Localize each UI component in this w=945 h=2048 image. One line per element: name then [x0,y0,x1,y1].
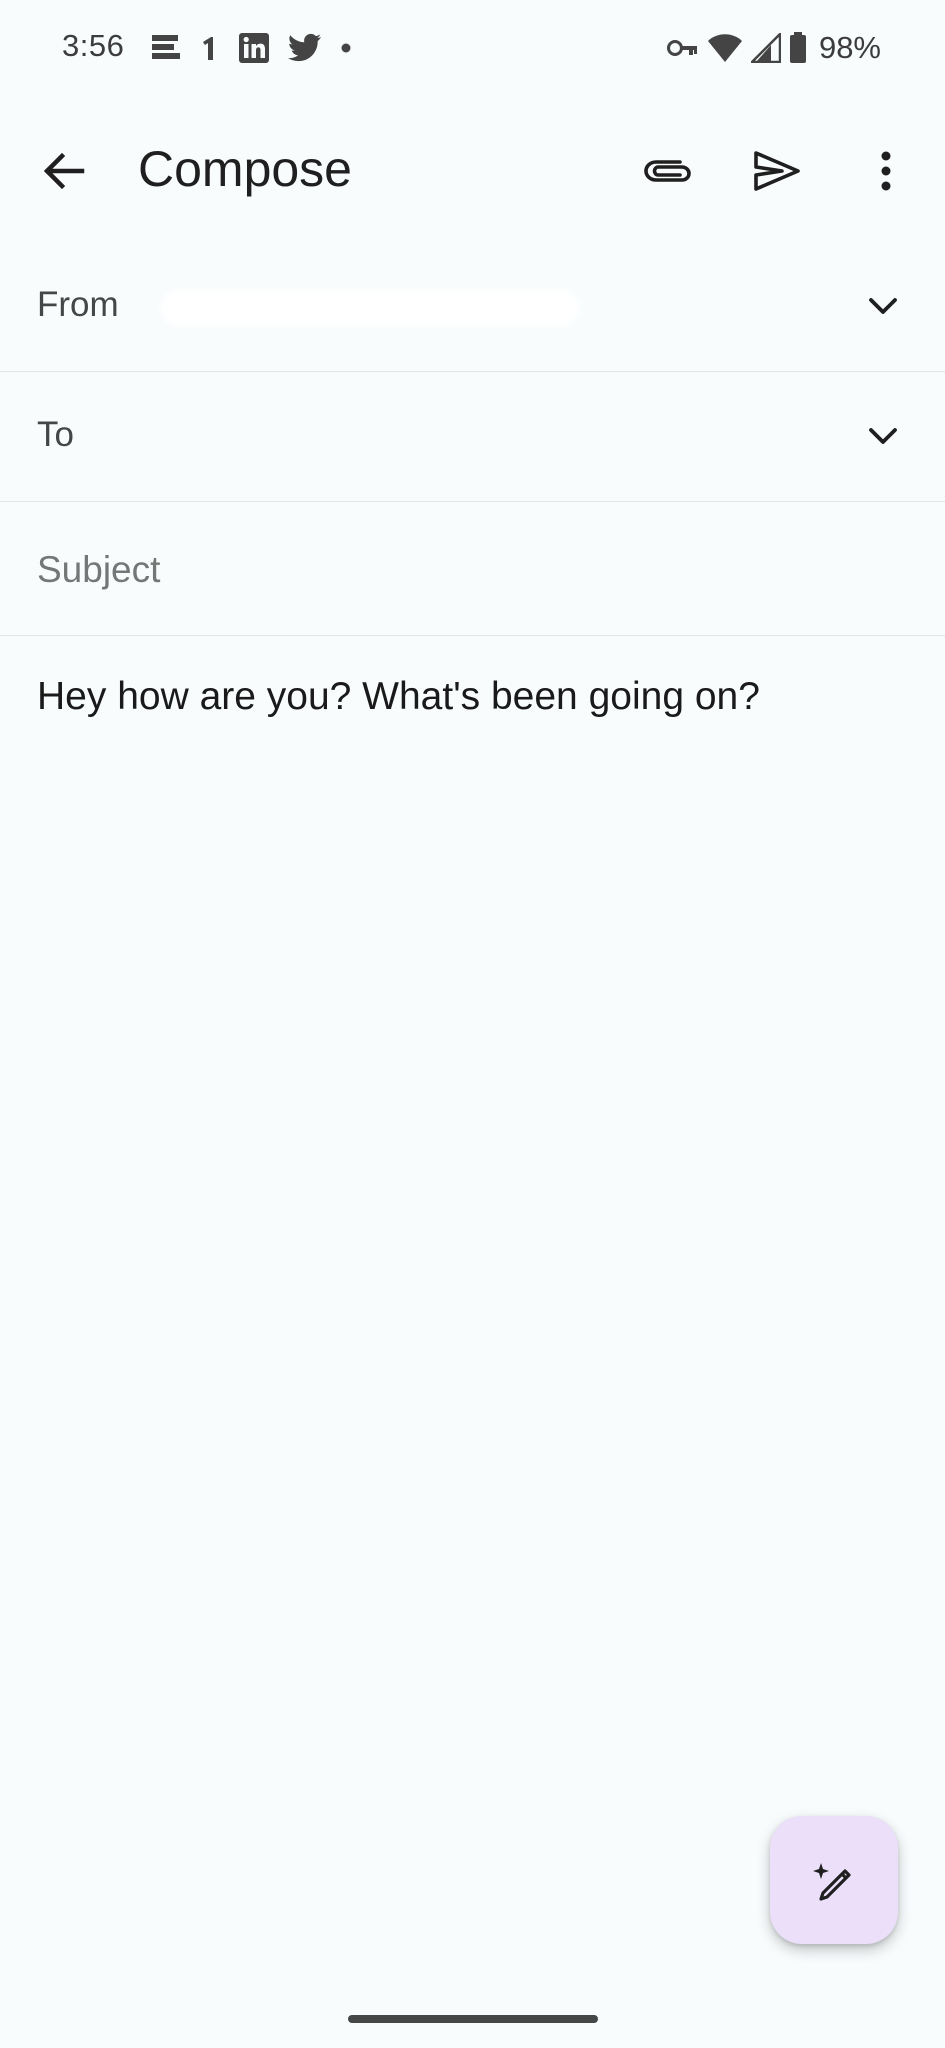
back-button[interactable] [28,135,100,207]
wifi-icon [707,33,743,63]
magic-pencil-icon [809,1855,859,1905]
from-field[interactable]: From [0,240,945,372]
subject-input[interactable] [37,542,897,598]
send-icon [752,149,802,193]
to-dropdown-button[interactable] [855,408,911,464]
email-body[interactable]: Hey how are you? What's been going on? [37,672,907,722]
from-dropdown-button[interactable] [855,278,911,334]
attach-icon [642,156,694,186]
system-icons: 98% [666,28,881,68]
back-arrow-icon [42,151,86,191]
one-icon [200,33,220,63]
dot-icon [340,42,352,54]
notification-icons [150,30,352,66]
page-title: Compose [138,141,352,197]
more-options-button[interactable] [850,135,922,207]
to-label: To [37,415,74,454]
from-account-redacted [160,290,580,326]
battery-percent: 98% [818,30,881,65]
app-bar: Compose [0,115,945,223]
battery-icon [789,32,807,64]
status-time: 3:56 [62,28,125,63]
news-icon [150,33,182,63]
vpn-key-icon [666,37,699,59]
chevron-down-icon [868,297,898,315]
to-field[interactable]: To [0,372,945,502]
chevron-down-icon [868,427,898,445]
attach-button[interactable] [632,135,704,207]
subject-field [0,502,945,636]
twitter-icon [288,33,322,63]
from-label: From [37,285,119,324]
linkedin-icon [238,32,270,64]
help-me-write-button[interactable] [770,1816,898,1944]
send-button[interactable] [741,135,813,207]
more-vert-icon [880,151,892,191]
gesture-navigation-bar[interactable] [348,2015,598,2023]
status-bar: 3:56 98% [0,0,945,100]
signal-icon [750,33,781,63]
